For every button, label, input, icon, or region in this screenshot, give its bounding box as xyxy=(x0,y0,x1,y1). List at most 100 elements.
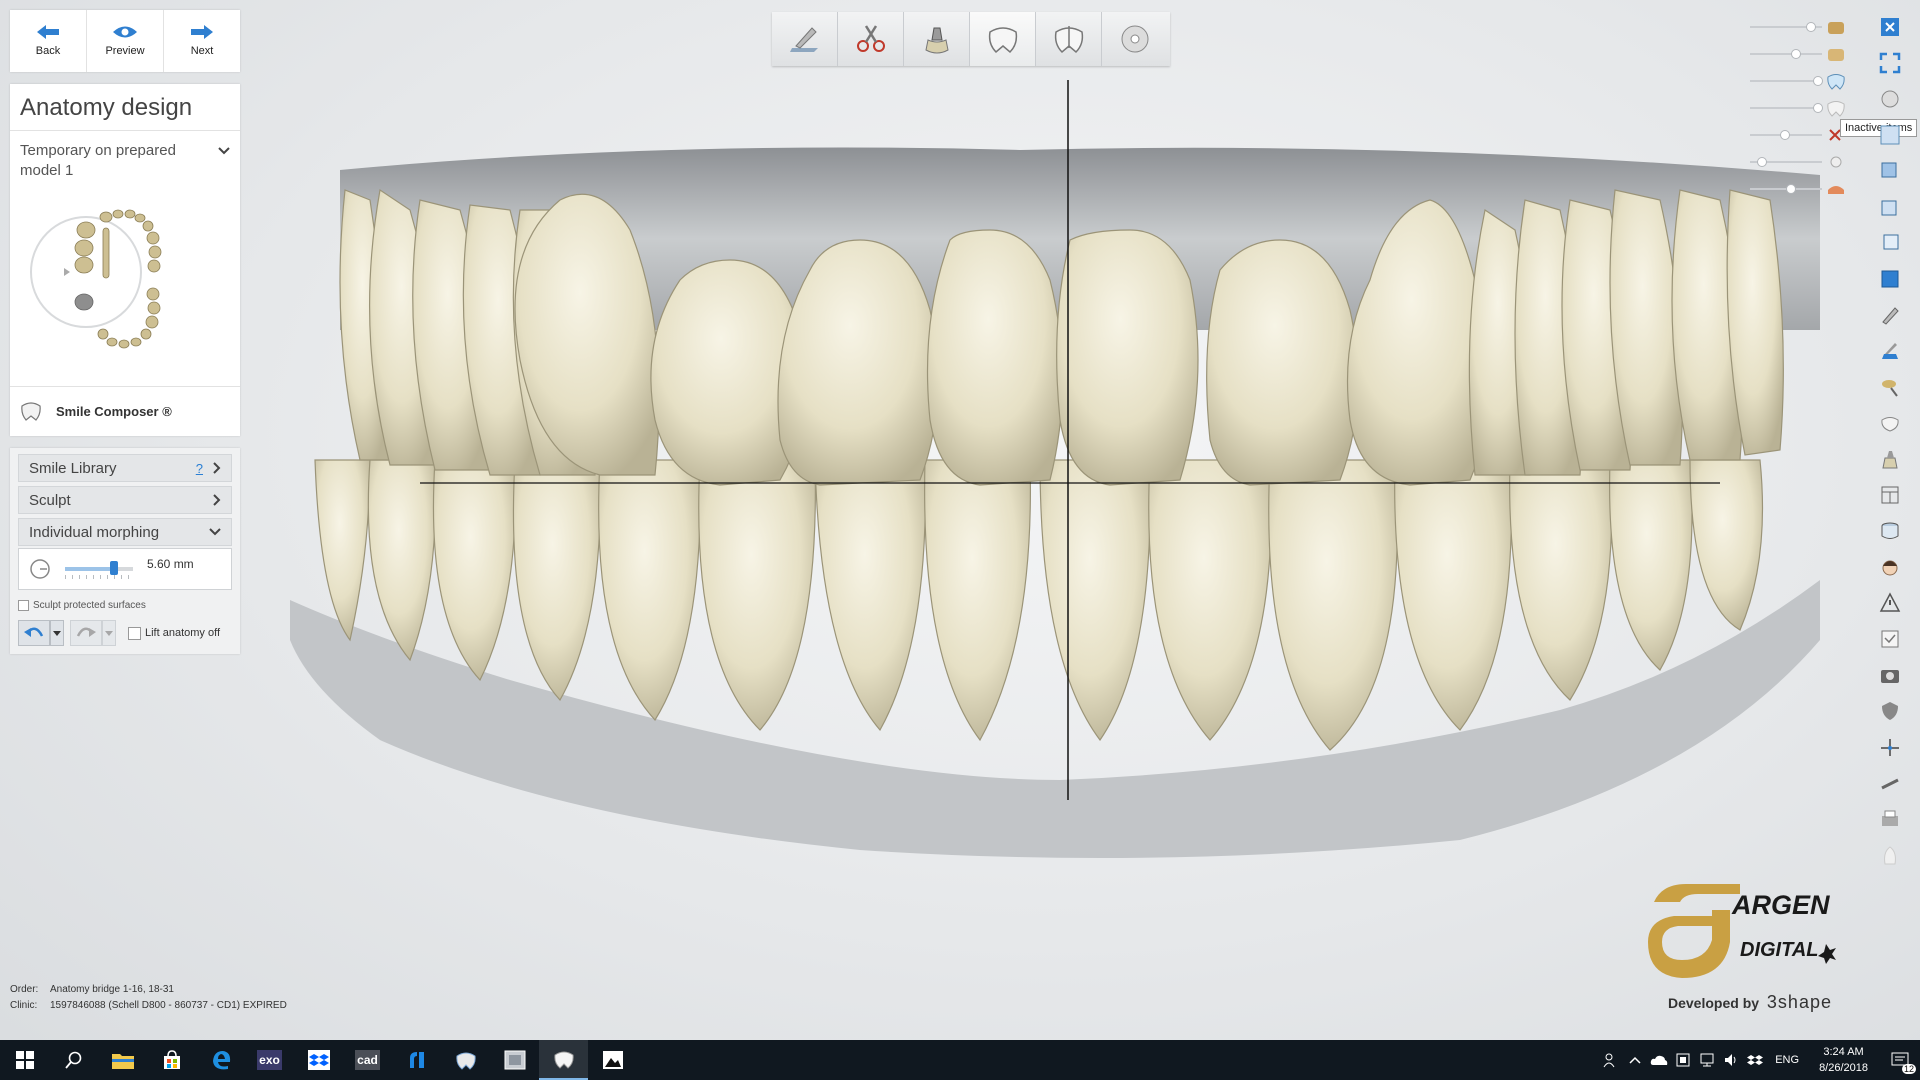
sculpt-protected-checkbox[interactable]: Sculpt protected surfaces xyxy=(18,600,146,611)
cylinder-button[interactable] xyxy=(1877,518,1903,544)
undo-button[interactable] xyxy=(18,620,50,646)
visibility-knob[interactable] xyxy=(1779,130,1790,140)
undo-dropdown[interactable] xyxy=(50,620,64,646)
view-front-button[interactable] xyxy=(1877,158,1903,184)
probe-button[interactable] xyxy=(1877,374,1903,400)
export-step-button[interactable] xyxy=(1102,12,1168,66)
visibility-slider[interactable] xyxy=(1746,43,1850,70)
taskbar-dental-system[interactable] xyxy=(539,1040,588,1080)
view-side-button[interactable] xyxy=(1877,194,1903,220)
checkbox-view-button[interactable] xyxy=(1877,626,1903,652)
anatomy-step-button[interactable] xyxy=(970,12,1036,66)
checkbox-box[interactable] xyxy=(18,600,29,611)
morph-radius-slider[interactable] xyxy=(65,561,133,579)
visibility-knob[interactable] xyxy=(1786,184,1797,194)
camera-button[interactable] xyxy=(1877,662,1903,688)
visibility-slider[interactable] xyxy=(1746,151,1850,178)
taskbar-cad[interactable]: cad xyxy=(343,1040,392,1080)
taskbar-dental[interactable] xyxy=(441,1040,490,1080)
start-button[interactable] xyxy=(0,1040,49,1080)
visibility-knob[interactable] xyxy=(1812,76,1823,86)
ruler-button[interactable] xyxy=(1877,770,1903,796)
face-button[interactable] xyxy=(1877,554,1903,580)
notification-button[interactable]: 12 xyxy=(1880,1040,1920,1080)
view-top-button[interactable] xyxy=(1877,230,1903,256)
sculpt-tool-button[interactable] xyxy=(1877,302,1903,328)
network-button[interactable] xyxy=(1695,1040,1719,1080)
shield-button[interactable] xyxy=(1877,698,1903,724)
prep-step-button[interactable] xyxy=(904,12,970,66)
tray-app-icon xyxy=(1676,1053,1690,1067)
taskbar-app[interactable] xyxy=(392,1040,441,1080)
warning-button[interactable] xyxy=(1877,590,1903,616)
tray-expand-button[interactable] xyxy=(1623,1040,1647,1080)
view-bottom-button[interactable] xyxy=(1877,266,1903,292)
prep-view-button[interactable] xyxy=(1877,446,1903,472)
fullscreen-button[interactable] xyxy=(1877,50,1903,76)
volume-button[interactable] xyxy=(1719,1040,1743,1080)
help-link[interactable]: ? xyxy=(196,461,203,476)
taskbar-exo[interactable]: exo xyxy=(245,1040,294,1080)
dropbox-tray-button[interactable] xyxy=(1743,1040,1767,1080)
tooth-icon xyxy=(21,401,41,421)
taskbar-edge[interactable] xyxy=(196,1040,245,1080)
windows-icon xyxy=(15,1051,34,1069)
layout-button[interactable] xyxy=(1877,122,1903,148)
search-button[interactable] xyxy=(49,1040,98,1080)
ghost-button[interactable] xyxy=(1877,842,1903,868)
wax-knife-button[interactable] xyxy=(1877,338,1903,364)
visibility-slider[interactable] xyxy=(1746,16,1850,43)
scan-step-button[interactable] xyxy=(772,12,838,66)
preview-button[interactable]: Preview xyxy=(87,10,164,72)
case-selector[interactable]: Temporary on prepared model 1 xyxy=(10,131,240,191)
visibility-slider[interactable] xyxy=(1746,124,1850,151)
onedrive-button[interactable] xyxy=(1647,1040,1671,1080)
visibility-knob[interactable] xyxy=(1806,22,1817,32)
section-button[interactable] xyxy=(1877,482,1903,508)
individual-morphing-row[interactable]: Individual morphing xyxy=(18,518,232,546)
logo-brand-text: ARGEN xyxy=(1731,890,1830,920)
tray-app-button[interactable] xyxy=(1671,1040,1695,1080)
checkbox-box[interactable] xyxy=(128,626,141,640)
visibility-knob[interactable] xyxy=(1756,157,1767,167)
taskbar-file-explorer[interactable] xyxy=(98,1040,147,1080)
taskbar-photos[interactable] xyxy=(588,1040,637,1080)
edge-icon xyxy=(212,1051,230,1070)
taskbar-store[interactable] xyxy=(147,1040,196,1080)
order-label: Order: xyxy=(10,984,39,995)
taskbar-dropbox[interactable] xyxy=(294,1040,343,1080)
vendor-name: 3shape xyxy=(1766,992,1832,1012)
measure-button[interactable] xyxy=(1877,734,1903,760)
lift-anatomy-checkbox[interactable]: Lift anatomy off xyxy=(128,626,220,640)
3d-viewport[interactable] xyxy=(260,80,1860,980)
cut-step-button[interactable] xyxy=(838,12,904,66)
connector-step-button[interactable] xyxy=(1036,12,1102,66)
people-button[interactable] xyxy=(1599,1040,1623,1080)
cut-icon xyxy=(856,25,885,52)
slider-thumb[interactable] xyxy=(109,561,118,575)
visibility-slider[interactable] xyxy=(1746,178,1850,205)
logo-sub-text: DIGITAL xyxy=(1740,939,1819,961)
smile-library-row[interactable]: Smile Library ? xyxy=(18,454,232,482)
taskbar-viewer[interactable] xyxy=(490,1040,539,1080)
visibility-knob[interactable] xyxy=(1790,49,1801,59)
visibility-slider[interactable] xyxy=(1746,97,1850,124)
dental-icon xyxy=(455,1052,476,1070)
close-view-button[interactable] xyxy=(1877,14,1903,40)
smile-composer-header[interactable]: Smile Composer ® xyxy=(10,386,240,436)
rotate-view-button[interactable] xyxy=(1877,86,1903,112)
back-button[interactable]: Back xyxy=(10,10,87,72)
print-button[interactable] xyxy=(1877,806,1903,832)
redo-dropdown[interactable] xyxy=(102,620,116,646)
volume-icon xyxy=(1725,1054,1736,1066)
rotate-icon xyxy=(1881,90,1899,108)
crown-view-button[interactable] xyxy=(1877,410,1903,436)
visibility-slider[interactable] xyxy=(1746,70,1850,97)
next-button[interactable]: Next xyxy=(164,10,240,72)
visibility-knob[interactable] xyxy=(1812,103,1823,113)
redo-button[interactable] xyxy=(70,620,102,646)
clock[interactable]: 3:24 AM 8/26/2018 xyxy=(1807,1044,1880,1076)
tooth-chart[interactable] xyxy=(26,202,186,362)
language-indicator[interactable]: ENG xyxy=(1767,1054,1807,1066)
sculpt-row[interactable]: Sculpt xyxy=(18,486,232,514)
